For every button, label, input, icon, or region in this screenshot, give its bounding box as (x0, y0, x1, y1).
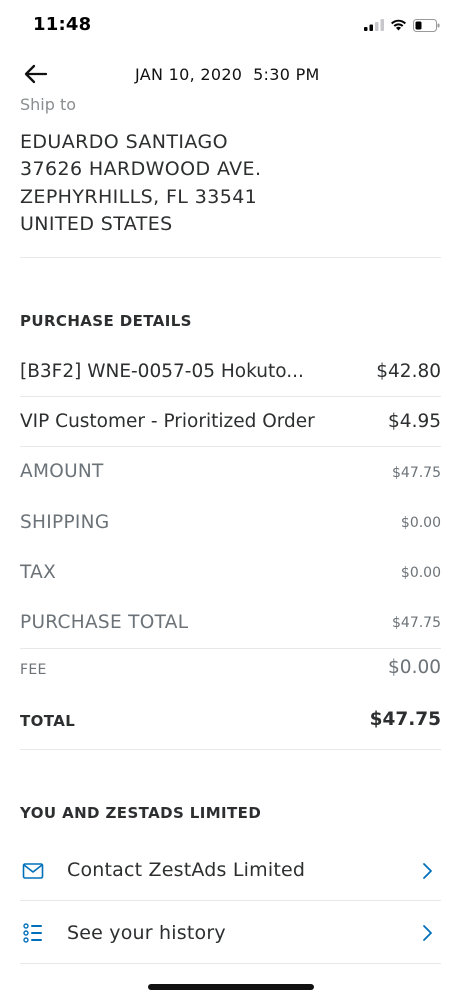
seller-section-title: YOU AND ZESTADS LIMITED (20, 804, 262, 822)
status-time: 11:48 (33, 14, 92, 35)
amount-label: AMOUNT (20, 461, 104, 482)
list-icon (23, 923, 42, 943)
total-label: TOTAL (20, 712, 76, 730)
back-arrow-icon (24, 64, 48, 84)
status-icons (364, 17, 440, 33)
see-history-label: See your history (67, 922, 226, 944)
divider (20, 446, 441, 447)
divider (20, 963, 441, 964)
divider (20, 900, 441, 901)
line-item-price: $42.80 (376, 361, 441, 382)
divider (20, 648, 441, 649)
contact-seller-row[interactable]: Contact ZestAds Limited (0, 843, 462, 899)
fee-label: FEE (20, 662, 47, 678)
ship-to-label: Ship to (20, 95, 77, 114)
address-city: ZEPHYRHILLS, FL 33541 (20, 186, 258, 208)
purchase-details-title: PURCHASE DETAILS (20, 312, 192, 330)
divider (20, 396, 441, 397)
fee-value: $0.00 (388, 657, 441, 678)
transaction-date: JAN 10, 2020 (135, 65, 243, 84)
purchase-total-value: $47.75 (392, 615, 441, 631)
chevron-right-icon (423, 863, 432, 879)
line-item-name: [B3F2] WNE-0057-05 Hokuto... (20, 361, 304, 382)
purchase-total-label: PURCHASE TOTAL (20, 612, 189, 633)
tax-label: TAX (20, 562, 57, 583)
recipient-name: EDUARDO SANTIAGO (20, 131, 228, 153)
address-street: 37626 HARDWOOD AVE. (20, 158, 262, 180)
chevron-right-icon (423, 925, 432, 941)
total-value: $47.75 (369, 709, 441, 730)
line-item-price: $4.95 (388, 411, 441, 432)
see-history-row[interactable]: See your history (0, 906, 462, 962)
mail-icon (22, 863, 44, 879)
wifi-icon (391, 19, 406, 31)
back-button[interactable] (22, 60, 50, 88)
contact-seller-label: Contact ZestAds Limited (67, 859, 306, 881)
line-item-name: VIP Customer - Prioritized Order (20, 411, 315, 432)
transaction-datetime: JAN 10, 2020 5:30 PM (135, 65, 320, 84)
amount-value: $47.75 (392, 465, 441, 481)
divider (20, 749, 441, 750)
battery-icon (413, 18, 440, 32)
transaction-time: 5:30 PM (253, 65, 320, 84)
divider (20, 257, 441, 258)
home-indicator[interactable] (148, 984, 314, 990)
tax-value: $0.00 (400, 565, 441, 581)
shipping-label: SHIPPING (20, 512, 110, 533)
address-country: UNITED STATES (20, 213, 173, 235)
cellular-signal-icon (364, 19, 384, 31)
shipping-value: $0.00 (400, 515, 441, 531)
